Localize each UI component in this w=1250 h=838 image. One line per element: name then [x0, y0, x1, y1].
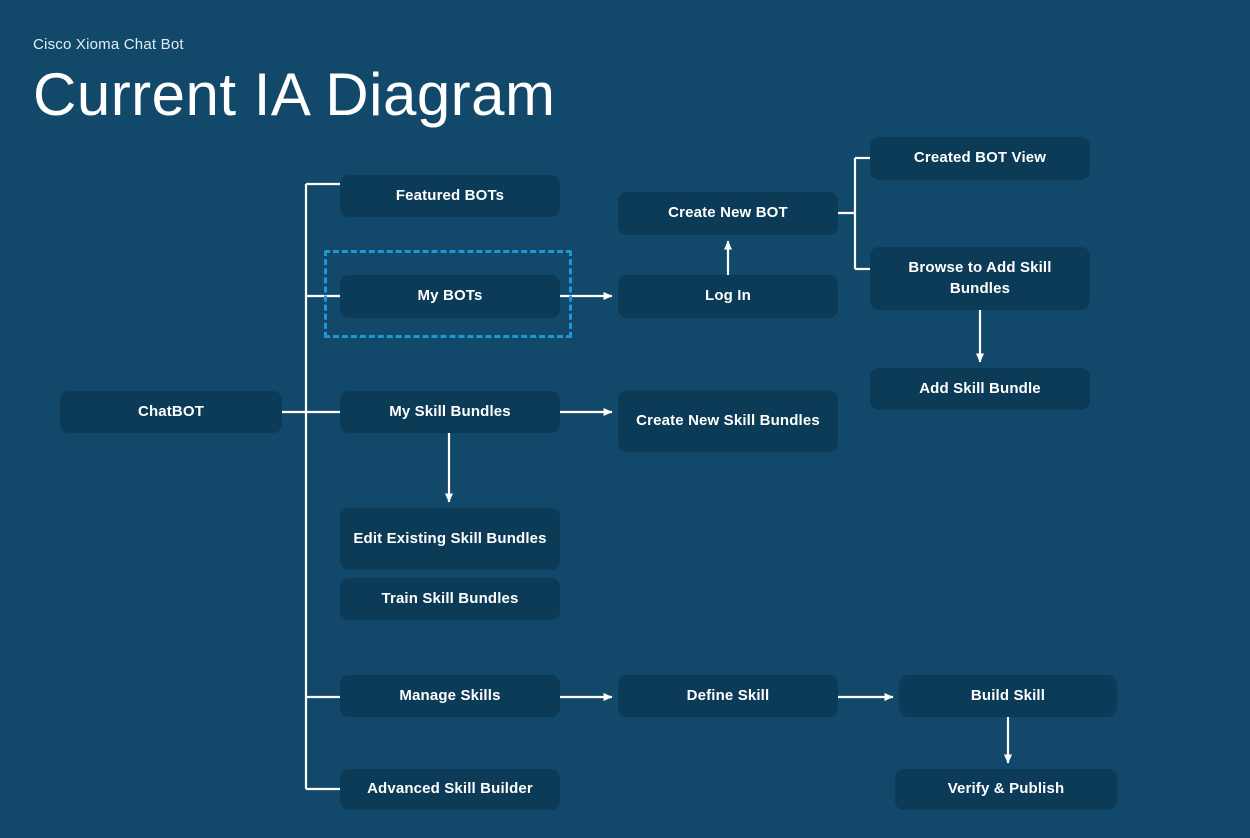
node-label: ChatBOT	[137, 402, 205, 420]
node-label: Verify & Publish	[947, 780, 1065, 798]
node-label: Log In	[705, 287, 751, 305]
node-my-bots[interactable]: My BOTs	[340, 275, 560, 318]
node-my-skill-bundles[interactable]: My Skill Bundles	[340, 391, 560, 433]
node-label: My Skill Bundles	[389, 402, 511, 420]
node-train-skill-bundles[interactable]: Train Skill Bundles	[340, 578, 560, 620]
node-create-new-skill-bundles[interactable]: Create New Skill Bundles	[618, 390, 838, 452]
diagram-canvas: Cisco Xioma Chat Bot Current IA Diagram	[0, 0, 1250, 838]
node-label: Add Skill Bundle	[919, 379, 1041, 397]
node-define-skill[interactable]: Define Skill	[618, 675, 838, 717]
page-subtitle: Cisco Xioma Chat Bot	[33, 36, 184, 53]
node-label: Browse to Add Skill Bundles	[908, 259, 1052, 297]
node-created-bot-view[interactable]: Created BOT View	[870, 137, 1090, 180]
node-label: Build Skill	[970, 686, 1046, 704]
node-label: Create New BOT	[668, 204, 788, 222]
node-chatbot[interactable]: ChatBOT	[60, 391, 282, 433]
node-build-skill[interactable]: Build Skill	[899, 675, 1117, 717]
page-title: Current IA Diagram	[33, 61, 556, 128]
node-label: Define Skill	[686, 686, 770, 704]
node-label: My BOTs	[417, 287, 483, 305]
node-label: Train Skill Bundles	[381, 589, 519, 607]
node-label: Advanced Skill Builder	[367, 780, 533, 798]
node-featured-bots[interactable]: Featured BOTs	[340, 175, 560, 217]
node-label: Featured BOTs	[395, 186, 505, 204]
node-advanced-skill-builder[interactable]: Advanced Skill Builder	[340, 769, 560, 810]
node-label: Create New Skill Bundles	[636, 411, 820, 429]
node-create-new-bot[interactable]: Create New BOT	[618, 192, 838, 235]
node-log-in[interactable]: Log In	[618, 275, 838, 318]
node-verify-and-publish[interactable]: Verify & Publish	[895, 769, 1117, 810]
node-label: Manage Skills	[399, 686, 501, 704]
node-label: Created BOT View	[913, 149, 1047, 167]
node-manage-skills[interactable]: Manage Skills	[340, 675, 560, 717]
node-edit-existing-skill-bundles[interactable]: Edit Existing Skill Bundles	[340, 508, 560, 570]
node-add-skill-bundle[interactable]: Add Skill Bundle	[870, 368, 1090, 410]
node-label: Edit Existing Skill Bundles	[353, 529, 547, 547]
node-browse-to-add-skill-bundles[interactable]: Browse to Add Skill Bundles	[870, 247, 1090, 310]
